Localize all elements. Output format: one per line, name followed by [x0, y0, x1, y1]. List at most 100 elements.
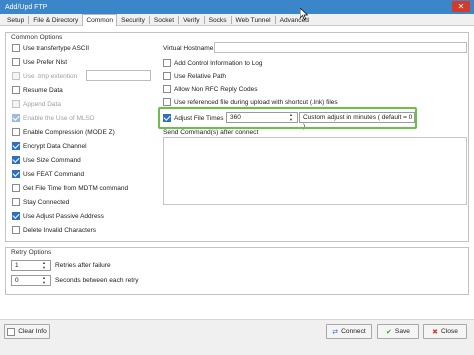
retries-label: Retries after failure — [55, 262, 111, 269]
mouse-cursor-icon — [300, 8, 308, 20]
virtual-hostname-label: Virtual Hostname — [163, 45, 214, 52]
checkbox[interactable] — [12, 184, 20, 192]
checkbox — [12, 100, 20, 108]
checkbox[interactable] — [12, 86, 20, 94]
check-stay-connected[interactable]: Stay Connected — [12, 197, 69, 207]
check-label: Get File Time from MDTM command — [23, 184, 129, 192]
close-label: Close — [441, 328, 458, 335]
check-label: Encrypt Data Channel — [23, 142, 87, 150]
check-size-command[interactable]: Use Size Command — [12, 155, 81, 165]
close-icon: ✖ — [432, 328, 438, 336]
check-label: Append Data — [23, 100, 61, 108]
check-label: Delete Invalid Characters — [23, 226, 96, 234]
clear-info-toggle[interactable]: Clear Info — [4, 324, 50, 339]
spinner-arrows[interactable]: ▲ ▼ — [42, 276, 48, 285]
seconds-spinner[interactable]: 0 ▲ ▼ — [11, 275, 51, 286]
send-commands-label: Send Command(s) after connect — [163, 129, 259, 136]
check-label: Use Size Command — [23, 156, 81, 164]
tmp-extension-input[interactable] — [86, 70, 151, 81]
connect-button[interactable]: ⇄ Connect — [326, 324, 372, 339]
tab-common[interactable]: Common — [82, 14, 118, 26]
checkbox[interactable] — [12, 212, 20, 220]
window-title: Add/Upd FTP — [5, 3, 48, 11]
retry-options-title: Retry Options — [10, 249, 53, 256]
check-label: Use FEAT Command — [23, 170, 85, 178]
checkbox[interactable] — [12, 170, 20, 178]
check-delete-invalid[interactable]: Delete Invalid Characters — [12, 225, 96, 235]
spinner-arrows[interactable]: ▲ ▼ — [42, 261, 48, 270]
check-label: Use Prefer Nlst — [23, 58, 68, 66]
checkbox[interactable] — [12, 44, 20, 52]
save-button[interactable]: ✔ Save — [377, 324, 419, 339]
check-label: Enable the Use of MLSD — [23, 114, 95, 122]
check-encrypt-data[interactable]: Encrypt Data Channel — [12, 141, 87, 151]
checkbox — [12, 114, 20, 122]
connect-icon: ⇄ — [332, 328, 339, 336]
checkbox[interactable] — [12, 156, 20, 164]
check-label: Use .tmp extention — [23, 72, 78, 80]
tab-web-tunnel[interactable]: Web Tunnel — [232, 14, 275, 25]
checkbox[interactable] — [7, 327, 16, 336]
tab-security[interactable]: Security — [117, 14, 149, 25]
tab-socks[interactable]: Socks — [205, 14, 231, 25]
spin-down-icon[interactable]: ▼ — [42, 281, 48, 285]
check-non-rfc[interactable]: Allow Non RFC Reply Codes — [163, 84, 257, 94]
check-label: Add Control Information to Log — [174, 59, 263, 67]
check-tmp-extension: Use .tmp extention — [12, 71, 77, 81]
check-label: Stay Connected — [23, 198, 70, 206]
check-relative-path[interactable]: Use Relative Path — [163, 71, 226, 81]
checkbox[interactable] — [163, 85, 171, 93]
checkbox — [12, 72, 20, 80]
check-enable-mlsd: Enable the Use of MLSD — [12, 113, 95, 123]
check-label: Use Adjust Passive Address — [23, 212, 104, 220]
close-button[interactable]: ✖ Close — [423, 324, 467, 339]
common-options-group: Common Options Use transfertype ASCII Us… — [5, 32, 469, 242]
common-options-title: Common Options — [10, 34, 64, 41]
check-prefer-nlst[interactable]: Use Prefer Nlst — [12, 57, 67, 67]
checkbox[interactable] — [12, 142, 20, 150]
check-label: Allow Non RFC Reply Codes — [174, 85, 258, 93]
retries-spinner[interactable]: 1 ▲ ▼ — [11, 260, 51, 271]
check-label: Resume Data — [23, 86, 63, 94]
checkbox[interactable] — [163, 98, 171, 106]
checkbox[interactable] — [12, 198, 20, 206]
connect-label: Connect — [341, 328, 366, 335]
seconds-value: 0 — [15, 277, 19, 284]
check-mdtm[interactable]: Get File Time from MDTM command — [12, 183, 128, 193]
checkmark-icon: ✔ — [386, 328, 392, 336]
spin-down-icon[interactable]: ▼ — [42, 266, 48, 270]
check-label: Use referenced file during upload with s… — [174, 98, 338, 106]
check-lnk-files[interactable]: Use referenced file during upload with s… — [163, 97, 338, 107]
clear-info-label: Clear Info — [18, 328, 47, 335]
check-feat-command[interactable]: Use FEAT Command — [12, 169, 84, 179]
window-titlebar: Add/Upd FTP ✕ — [0, 0, 474, 14]
checkbox[interactable] — [12, 226, 20, 234]
checkbox[interactable] — [163, 72, 171, 80]
seconds-label: Seconds between each retry — [55, 277, 139, 284]
tab-socket[interactable]: Socket — [150, 14, 178, 25]
save-label: Save — [394, 328, 410, 335]
highlight-box — [158, 107, 417, 129]
check-resume-data[interactable]: Resume Data — [12, 85, 63, 95]
tab-bar: Setup File & Directory Common Security S… — [0, 14, 474, 26]
tab-file-directory[interactable]: File & Directory — [29, 14, 82, 25]
checkbox[interactable] — [12, 58, 20, 66]
check-label: Use Relative Path — [174, 72, 227, 80]
virtual-hostname-input[interactable] — [214, 42, 467, 53]
check-append-data: Append Data — [12, 99, 61, 109]
retry-options-group: Retry Options 1 ▲ ▼ Retries after failure… — [5, 247, 469, 295]
footer-bar: Clear Info ⇄ Connect ✔ Save ✖ Close — [0, 319, 474, 355]
check-compression[interactable]: Enable Compression (MODE Z) — [12, 127, 115, 137]
retries-value: 1 — [15, 262, 19, 269]
check-label: Enable Compression (MODE Z) — [23, 128, 115, 136]
check-control-log[interactable]: Add Control Information to Log — [163, 58, 263, 68]
checkbox[interactable] — [163, 59, 171, 67]
window-close-button[interactable]: ✕ — [452, 1, 470, 12]
tab-setup[interactable]: Setup — [3, 14, 28, 25]
check-label: Use transfertype ASCII — [23, 44, 90, 52]
checkbox[interactable] — [12, 128, 20, 136]
check-use-ascii[interactable]: Use transfertype ASCII — [12, 43, 89, 53]
tab-verify[interactable]: Verify — [179, 14, 204, 25]
send-commands-textarea[interactable] — [163, 137, 467, 205]
check-adjust-passive[interactable]: Use Adjust Passive Address — [12, 211, 104, 221]
